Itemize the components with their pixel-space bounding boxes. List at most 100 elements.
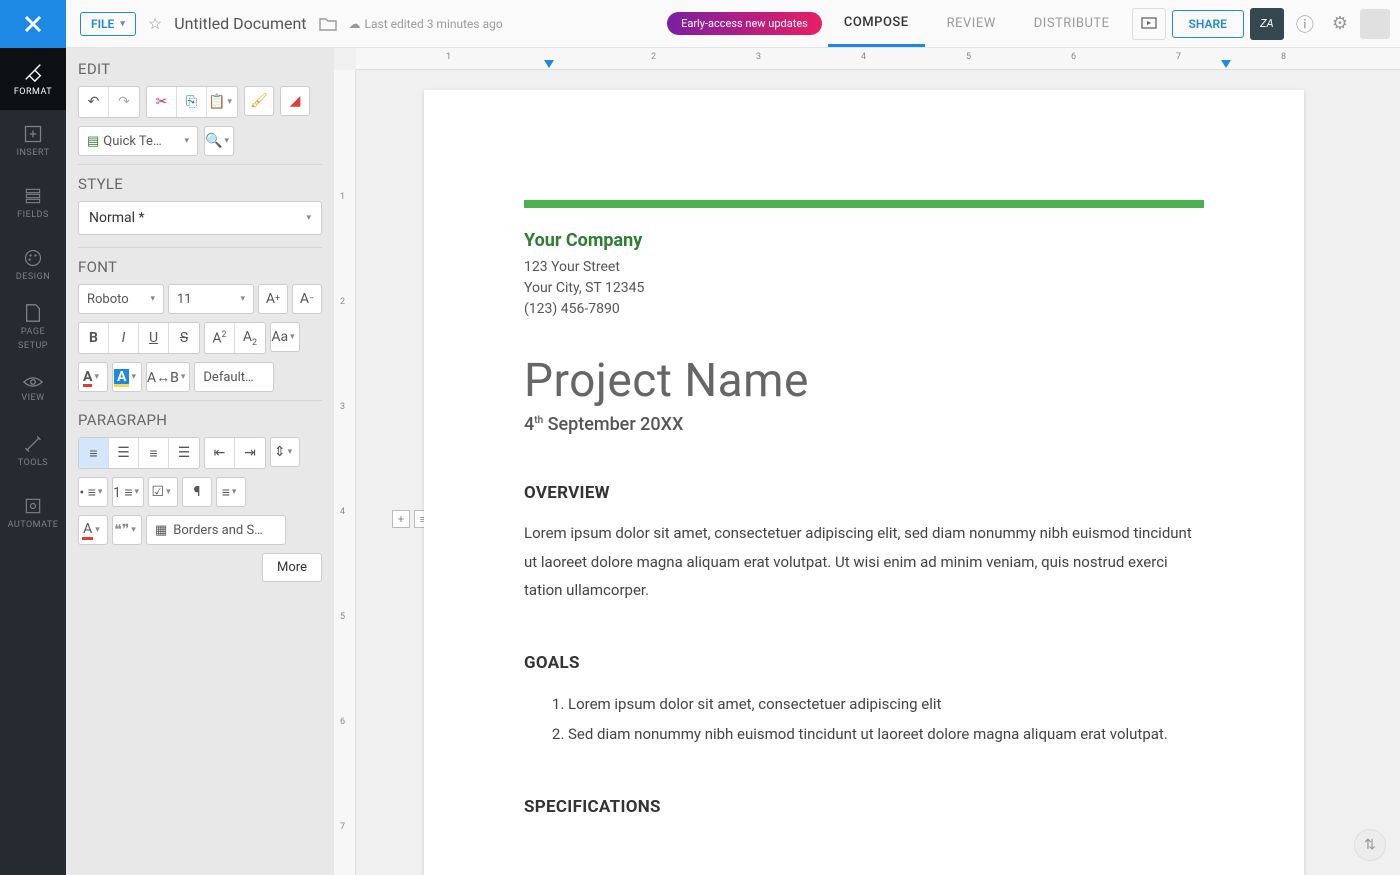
increase-font-button[interactable]: A+ bbox=[258, 284, 288, 314]
cut-button[interactable]: ✂ bbox=[147, 87, 177, 117]
vnav-view[interactable]: VIEW bbox=[0, 358, 66, 420]
gear-icon[interactable]: ⚙ bbox=[1326, 13, 1354, 34]
paragraph-style-select[interactable]: Normal * ▾ bbox=[78, 201, 322, 235]
increase-indent-button[interactable]: ⇥ bbox=[235, 438, 265, 468]
highlight-color-button[interactable]: A▾ bbox=[112, 362, 142, 392]
quote-button[interactable]: ❝❞▾ bbox=[112, 515, 142, 545]
vnav-automate[interactable]: AUTOMATE bbox=[0, 482, 66, 544]
company-phone[interactable]: (123) 456-7890 bbox=[524, 299, 1204, 320]
chevron-down-icon: ▾ bbox=[98, 487, 103, 497]
user-avatar[interactable] bbox=[1360, 9, 1390, 39]
copy-button[interactable]: ⎘ bbox=[177, 87, 207, 117]
chevron-down-icon: ▾ bbox=[224, 136, 229, 146]
italic-icon: I bbox=[122, 330, 126, 346]
vnav-insert[interactable]: INSERT bbox=[0, 110, 66, 172]
text-direction-button[interactable]: ≡▾ bbox=[216, 477, 246, 507]
list-item[interactable]: Sed diam nonummy nibh euismod tincidunt … bbox=[568, 719, 1204, 749]
project-date[interactable]: 4th September 20XX bbox=[524, 414, 1204, 435]
chevron-down-icon: ▾ bbox=[94, 372, 99, 382]
numbered-list-button[interactable]: 1 ≡▾ bbox=[112, 477, 144, 507]
subscript-icon: A2 bbox=[243, 329, 257, 348]
vnav-page-setup[interactable]: PAGE SETUP bbox=[0, 296, 66, 358]
vnav-tools[interactable]: TOOLS bbox=[0, 420, 66, 482]
strikethrough-button[interactable]: S bbox=[169, 323, 199, 353]
borders-shading-button[interactable]: ▦Borders and S… bbox=[146, 515, 286, 545]
goals-heading[interactable]: GOALS bbox=[524, 653, 1204, 673]
italic-button[interactable]: I bbox=[109, 323, 139, 353]
horizontal-ruler[interactable]: 1 2 3 4 5 6 7 8 bbox=[356, 48, 1400, 70]
overview-paragraph[interactable]: Lorem ipsum dolor sit amet, consectetuer… bbox=[524, 519, 1204, 605]
tab-distribute[interactable]: DISTRIBUTE bbox=[1018, 2, 1126, 45]
clear-format-button[interactable]: ◢ bbox=[280, 86, 310, 116]
company-address-1[interactable]: 123 Your Street bbox=[524, 257, 1204, 278]
indent-marker-right[interactable] bbox=[1221, 60, 1231, 68]
vertical-ruler[interactable]: 1 2 3 4 5 6 7 bbox=[334, 70, 356, 875]
bullet-list-button[interactable]: • ≡▾ bbox=[78, 477, 108, 507]
goals-list[interactable]: Lorem ipsum dolor sit amet, consectetuer… bbox=[524, 689, 1204, 749]
document-scroll[interactable]: 1 2 3 4 5 6 7 + ≡ Your Company 123 Your … bbox=[334, 70, 1400, 875]
bold-button[interactable]: B bbox=[79, 323, 109, 353]
canvas-area: 1 2 3 4 5 6 7 8 1 2 3 4 5 6 7 + ≡ bbox=[334, 48, 1400, 875]
change-case-button[interactable]: Aa▾ bbox=[270, 322, 300, 352]
align-justify-icon: ☰ bbox=[178, 445, 191, 461]
paste-button[interactable]: 📋▾ bbox=[207, 87, 237, 117]
company-address-2[interactable]: Your City, ST 12345 bbox=[524, 278, 1204, 299]
align-justify-button[interactable]: ☰ bbox=[169, 438, 199, 468]
pilcrow-button[interactable]: ¶ bbox=[182, 477, 212, 507]
vnav-fields[interactable]: FIELDS bbox=[0, 172, 66, 234]
chevron-down-icon: ▾ bbox=[306, 213, 311, 223]
quick-text-button[interactable]: ▤Quick Te… ▾ bbox=[78, 126, 198, 156]
add-left-button[interactable]: + bbox=[392, 510, 410, 528]
indent-marker-left[interactable] bbox=[544, 60, 554, 68]
zia-button[interactable]: ZA bbox=[1250, 8, 1284, 40]
font-size-select[interactable]: 11 ▾ bbox=[168, 284, 254, 314]
early-access-badge[interactable]: Early-access new updates bbox=[667, 12, 822, 35]
align-right-button[interactable]: ≡ bbox=[139, 438, 169, 468]
redo-button[interactable]: ↷ bbox=[109, 87, 139, 117]
chevron-down-icon: ▾ bbox=[135, 487, 140, 497]
text-color-button[interactable]: A▾ bbox=[78, 362, 108, 392]
file-menu-button[interactable]: FILE ▾ bbox=[80, 12, 136, 36]
align-center-button[interactable]: ☰ bbox=[109, 438, 139, 468]
highlight-icon: A bbox=[114, 369, 129, 385]
tab-compose[interactable]: COMPOSE bbox=[828, 1, 925, 47]
subscript-button[interactable]: A2 bbox=[235, 323, 265, 353]
brush-icon bbox=[22, 61, 44, 83]
case-icon: Aa bbox=[271, 329, 288, 345]
underline-button[interactable]: U bbox=[139, 323, 169, 353]
last-edited-text: ☁ Last edited 3 minutes ago bbox=[349, 17, 503, 31]
more-button[interactable]: More bbox=[262, 553, 322, 582]
checklist-button[interactable]: ☑▾ bbox=[148, 477, 178, 507]
shading-button[interactable]: A▾ bbox=[78, 515, 108, 545]
star-icon[interactable]: ☆ bbox=[148, 14, 162, 33]
tab-review[interactable]: REVIEW bbox=[931, 2, 1012, 45]
document-page[interactable]: Your Company 123 Your Street Your City, … bbox=[424, 90, 1304, 875]
document-title[interactable]: Untitled Document bbox=[174, 14, 306, 33]
decrease-indent-button[interactable]: ⇤ bbox=[205, 438, 235, 468]
format-painter-button[interactable]: 🖌 bbox=[244, 86, 274, 116]
project-title[interactable]: Project Name bbox=[524, 354, 1204, 408]
presentation-mode-button[interactable] bbox=[1132, 8, 1166, 40]
spacing-icon: A↔B bbox=[147, 369, 179, 386]
line-spacing-button[interactable]: ⇕▾ bbox=[270, 437, 300, 467]
default-font-button[interactable]: Default… bbox=[194, 362, 274, 392]
font-family-select[interactable]: Roboto ▾ bbox=[78, 284, 164, 314]
specs-heading[interactable]: SPECIFICATIONS bbox=[524, 797, 1204, 817]
list-item[interactable]: Lorem ipsum dolor sit amet, consectetuer… bbox=[568, 689, 1204, 719]
vnav-design[interactable]: DESIGN bbox=[0, 234, 66, 296]
overview-heading[interactable]: OVERVIEW bbox=[524, 483, 1204, 503]
company-name[interactable]: Your Company bbox=[524, 230, 1204, 251]
scroll-navigator-button[interactable]: ⇅ bbox=[1354, 829, 1386, 861]
app-logo[interactable] bbox=[0, 0, 66, 48]
share-button[interactable]: SHARE bbox=[1172, 10, 1244, 38]
find-replace-button[interactable]: 🔍▾ bbox=[204, 126, 234, 156]
bold-icon: B bbox=[89, 330, 98, 346]
undo-button[interactable]: ↶ bbox=[79, 87, 109, 117]
superscript-button[interactable]: A2 bbox=[205, 323, 235, 353]
vnav-format[interactable]: FORMAT bbox=[0, 48, 66, 110]
folder-icon[interactable] bbox=[319, 17, 337, 31]
decrease-font-button[interactable]: A− bbox=[292, 284, 322, 314]
align-left-button[interactable]: ≡ bbox=[79, 438, 109, 468]
info-icon[interactable]: ⓘ bbox=[1290, 11, 1320, 37]
character-spacing-button[interactable]: A↔B▾ bbox=[146, 362, 190, 392]
